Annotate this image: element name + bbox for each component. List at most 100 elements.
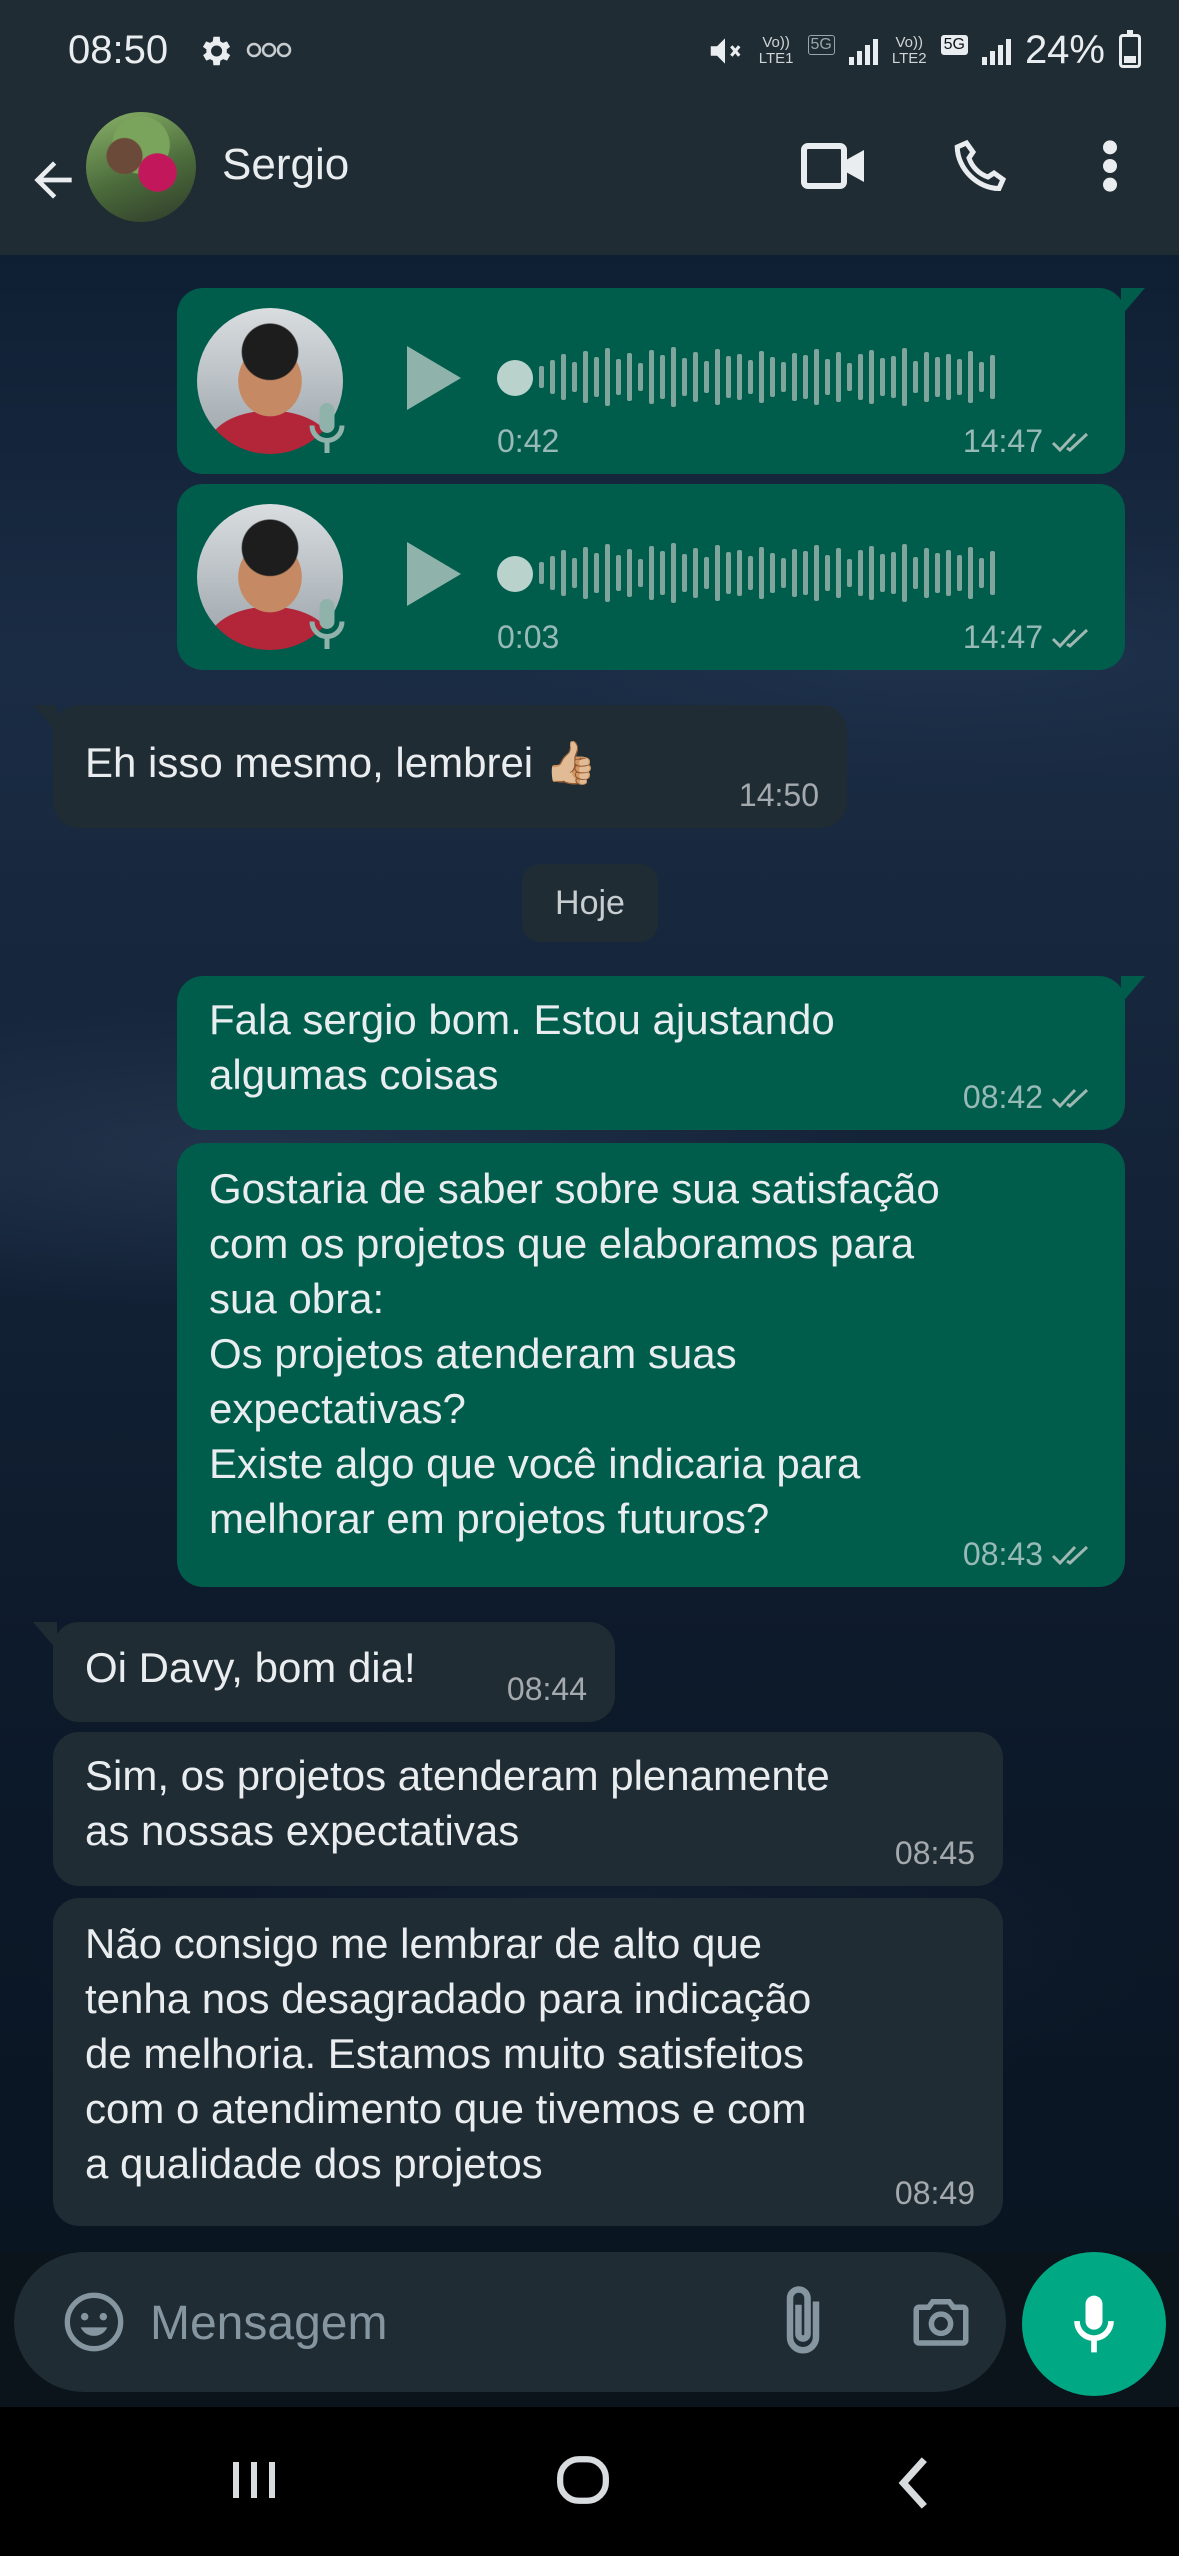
- waveform-bar: [902, 348, 907, 406]
- video-call-icon[interactable]: [800, 140, 868, 192]
- waveform-bar: [715, 545, 720, 601]
- audio-waveform[interactable]: [539, 344, 1077, 410]
- waveform-bar: [792, 353, 797, 401]
- waveform-bar: [869, 350, 874, 404]
- voice-message[interactable]: 0:03 14:47: [177, 484, 1125, 670]
- waveform-bar: [858, 354, 863, 400]
- playback-seek-dot[interactable]: [497, 360, 533, 396]
- playback-seek-dot[interactable]: [497, 556, 533, 592]
- waveform-bar: [594, 553, 599, 593]
- incoming-message[interactable]: Oi Davy, bom dia! 08:44: [33, 1622, 615, 1722]
- back-button[interactable]: [20, 147, 86, 213]
- waveform-bar: [715, 349, 720, 405]
- waveform-bar: [913, 361, 918, 393]
- incoming-message[interactable]: Eh isso mesmo, lembrei 👍🏼 14:50: [33, 705, 847, 828]
- waveform-bar: [990, 355, 995, 399]
- back-icon[interactable]: [895, 2455, 935, 2511]
- message-time: 08:44: [506, 1671, 587, 1707]
- waveform-bar: [748, 360, 753, 394]
- message-text: Não consigo me lembrar de alto que tenha…: [85, 1920, 812, 2187]
- audio-waveform[interactable]: [539, 540, 1077, 606]
- message-text: Oi Davy, bom dia!: [85, 1644, 416, 1691]
- message-input-container: [14, 2252, 1006, 2392]
- waveform-bar: [935, 357, 940, 397]
- waveform-bar: [770, 357, 775, 397]
- contact-avatar[interactable]: [86, 112, 196, 222]
- message-time: 08:43: [962, 1536, 1043, 1572]
- waveform-bar: [924, 548, 929, 598]
- waveform-bar: [880, 358, 885, 396]
- waveform-bar: [957, 555, 962, 591]
- waveform-bar: [825, 359, 830, 395]
- message-text: Gostaria de saber sobre sua satisfação c…: [209, 1165, 940, 1542]
- volte2-bottom: LTE2: [891, 49, 927, 67]
- waveform-bar: [979, 558, 984, 588]
- waveform-bar: [671, 347, 676, 407]
- waveform-bar: [935, 553, 940, 593]
- contact-name[interactable]: Sergio: [222, 140, 349, 190]
- message-time: 14:47: [962, 619, 1043, 655]
- camera-icon[interactable]: [908, 2288, 974, 2354]
- waveform-bar: [682, 358, 687, 396]
- waveform-bar: [968, 351, 973, 403]
- play-button[interactable]: [407, 346, 461, 410]
- paperclip-icon[interactable]: [780, 2282, 826, 2360]
- waveform-bar: [704, 557, 709, 589]
- waveform-bar: [891, 356, 896, 398]
- message-meta: 14:47: [963, 423, 1097, 460]
- waveform-bar: [572, 362, 577, 392]
- waveform-bar: [880, 554, 885, 592]
- volte1-top: Vo)): [762, 33, 790, 51]
- voice-record-button[interactable]: [1022, 2252, 1166, 2396]
- waveform-bar: [781, 362, 786, 392]
- waveform-bar: [682, 554, 687, 592]
- waveform-bar: [781, 558, 786, 588]
- microphone-icon: [1074, 2295, 1114, 2353]
- home-icon[interactable]: [556, 2455, 610, 2505]
- outgoing-message[interactable]: Fala sergio bom. Estou ajustando algumas…: [177, 976, 1145, 1130]
- waveform-bar: [748, 556, 753, 590]
- message-meta: 08:43: [963, 1536, 1097, 1573]
- battery-icon: [1119, 29, 1141, 68]
- outgoing-message[interactable]: Gostaria de saber sobre sua satisfação c…: [177, 1143, 1125, 1587]
- 5g-badge: 5G: [940, 34, 968, 55]
- waveform-bar: [979, 362, 984, 392]
- message-text: Fala sergio bom. Estou ajustando algumas…: [209, 996, 835, 1098]
- play-button[interactable]: [407, 542, 461, 606]
- ellipsis-icon: [246, 42, 292, 58]
- waveform-bar: [649, 350, 654, 404]
- waveform-bar: [572, 558, 577, 588]
- system-navigation-bar: [0, 2407, 1179, 2556]
- waveform-bar: [726, 552, 731, 594]
- voice-duration: 0:03: [497, 619, 560, 655]
- waveform-bar: [660, 551, 665, 595]
- message-meta: 14:50: [739, 777, 819, 814]
- phone-icon[interactable]: [950, 136, 1010, 196]
- waveform-bar: [550, 360, 555, 394]
- waveform-bar: [913, 557, 918, 589]
- incoming-message[interactable]: Não consigo me lembrar de alto que tenha…: [53, 1898, 1003, 2226]
- message-meta: 08:42: [963, 1079, 1097, 1116]
- waveform-bar: [968, 547, 973, 599]
- voice-message[interactable]: 0:42 14:47: [177, 288, 1145, 474]
- signal-icon: [848, 37, 878, 65]
- waveform-bar: [858, 550, 863, 596]
- recent-apps-icon[interactable]: [226, 2455, 282, 2505]
- volte1-icon: Vo)) LTE1: [759, 33, 794, 67]
- waveform-bar: [550, 556, 555, 590]
- waveform-bar: [814, 349, 819, 405]
- waveform-bar: [924, 352, 929, 402]
- chat-area[interactable]: 0:42 14:47 0:03 14:47 Eh isso mesmo, lem…: [0, 255, 1179, 2252]
- message-time: 14:50: [738, 777, 819, 813]
- waveform-bar: [836, 548, 841, 598]
- emoji-icon[interactable]: [62, 2290, 126, 2354]
- waveform-bar: [616, 555, 621, 591]
- waveform-bar: [759, 351, 764, 403]
- message-input[interactable]: [148, 2282, 752, 2364]
- voice-duration: 0:42: [497, 423, 560, 459]
- status-bar: 08:50 Vo)) LTE1 5G Vo)) LTE2 5G 24%: [0, 0, 1179, 105]
- incoming-message[interactable]: Sim, os projetos atenderam plenamente as…: [53, 1732, 1003, 1886]
- date-separator: Hoje: [522, 864, 658, 942]
- read-ticks-icon: [1051, 628, 1089, 648]
- more-vert-icon[interactable]: [1100, 138, 1120, 194]
